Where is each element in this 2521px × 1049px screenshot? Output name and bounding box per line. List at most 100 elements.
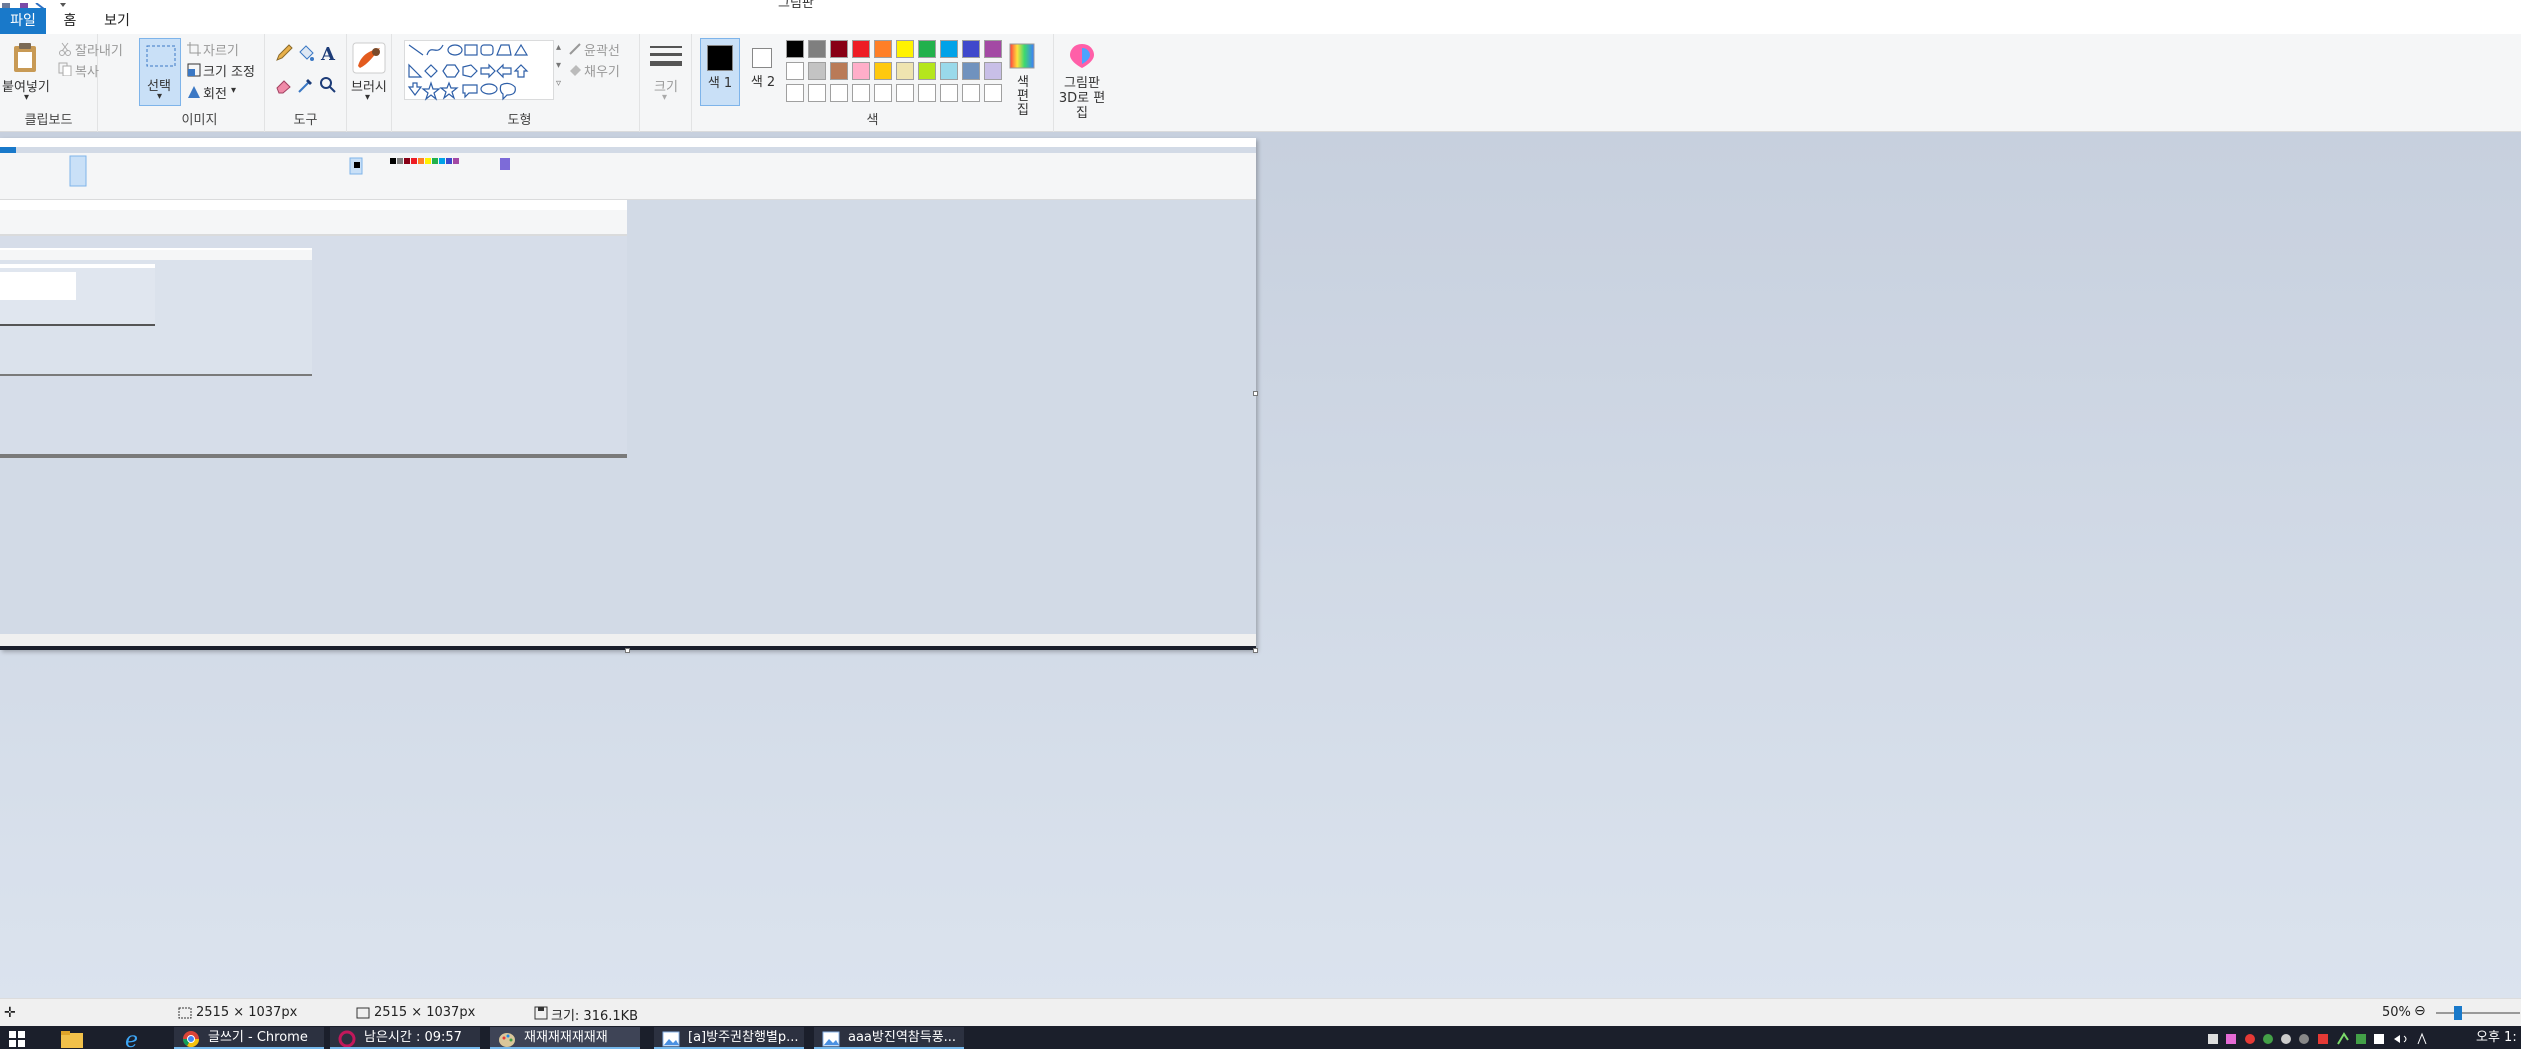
- resize-handle-corner[interactable]: [1253, 648, 1258, 653]
- fill-button[interactable]: 채우기: [584, 61, 620, 80]
- pencil-icon[interactable]: [275, 44, 293, 62]
- system-tray-icons[interactable]: [2204, 1031, 2454, 1047]
- drawing-canvas[interactable]: [0, 138, 1256, 650]
- taskbar-app-image-b[interactable]: aaa방진역참득풍...: [814, 1027, 964, 1049]
- taskbar-app-image-a[interactable]: [a]방주권참행별p...: [654, 1027, 804, 1049]
- palette-swatch[interactable]: [874, 84, 892, 102]
- palette-swatch[interactable]: [940, 62, 958, 80]
- palette-swatch[interactable]: [984, 40, 1002, 58]
- palette-swatch[interactable]: [852, 84, 870, 102]
- resize-handle-right[interactable]: [1253, 391, 1258, 396]
- windows-start-icon[interactable]: [8, 1030, 26, 1048]
- palette-swatch[interactable]: [830, 84, 848, 102]
- taskbar-app-label: 남은시간 : 09:57: [364, 1030, 462, 1045]
- resize-button[interactable]: 크기 조정: [203, 61, 255, 80]
- size-icon[interactable]: [650, 44, 682, 70]
- palette-swatch[interactable]: [786, 40, 804, 58]
- rotate-dropdown[interactable]: ▾: [231, 85, 236, 96]
- palette-swatch[interactable]: [962, 40, 980, 58]
- image-group-label: 이미지: [181, 113, 218, 128]
- shapes-scroll-up[interactable]: ▴: [556, 42, 561, 53]
- ribbon-tabs: 파일 홈 보기: [0, 8, 2521, 34]
- crop-button[interactable]: 자르기: [203, 40, 239, 59]
- color1-button[interactable]: 색 1: [700, 38, 740, 106]
- palette-swatch[interactable]: [940, 40, 958, 58]
- tab-home[interactable]: 홈: [60, 8, 80, 34]
- palette-swatch[interactable]: [852, 62, 870, 80]
- paint3d-button[interactable]: 그림판 3D로 편집: [1056, 76, 1108, 121]
- fill-bucket-icon[interactable]: [297, 44, 315, 62]
- palette-swatch[interactable]: [896, 62, 914, 80]
- palette-swatch[interactable]: [918, 84, 936, 102]
- taskbar-app-label: [a]방주권참행별p...: [688, 1030, 799, 1045]
- zoom-slider-thumb[interactable]: [2454, 1006, 2462, 1020]
- palette-swatch[interactable]: [984, 62, 1002, 80]
- tab-view[interactable]: 보기: [104, 8, 130, 34]
- shapes-group-label: 도형: [507, 113, 532, 128]
- scissors-icon: [59, 42, 71, 56]
- palette-swatch[interactable]: [896, 40, 914, 58]
- palette-swatch[interactable]: [830, 62, 848, 80]
- copy-icon: [58, 62, 72, 76]
- palette-swatch[interactable]: [786, 62, 804, 80]
- palette-swatch[interactable]: [918, 40, 936, 58]
- taskbar-app-paint[interactable]: 재재재재재재재: [490, 1027, 640, 1049]
- shapes-scroll-down[interactable]: ▾: [556, 60, 561, 71]
- svg-text:A: A: [320, 44, 336, 63]
- palette-swatch[interactable]: [896, 84, 914, 102]
- brush-icon[interactable]: [352, 42, 386, 74]
- magnifier-icon[interactable]: [319, 76, 337, 94]
- palette-swatch[interactable]: [852, 40, 870, 58]
- taskbar-app-timer[interactable]: 남은시간 : 09:57: [330, 1027, 480, 1049]
- color2-swatch: [752, 48, 772, 68]
- text-icon[interactable]: A: [319, 43, 337, 63]
- resize-handle-bottom[interactable]: [625, 648, 630, 653]
- colors-group-label: 색: [866, 113, 879, 128]
- palette-swatch[interactable]: [962, 84, 980, 102]
- paste-dropdown[interactable]: ▾: [24, 92, 29, 103]
- palette-swatch[interactable]: [830, 40, 848, 58]
- shapes-expand[interactable]: ▿: [556, 78, 561, 89]
- colors-group: 색 1 색 2 색 편집 색: [692, 34, 1054, 132]
- rotate-button[interactable]: 회전: [203, 83, 227, 102]
- cursor-position-icon: ✛: [4, 1005, 16, 1021]
- palette-swatch[interactable]: [918, 62, 936, 80]
- palette-swatch[interactable]: [808, 84, 826, 102]
- select-dropdown: ▾: [157, 91, 163, 102]
- palette-swatch[interactable]: [984, 84, 1002, 102]
- quick-access-toolbar[interactable]: [0, 0, 100, 10]
- resize-icon: [187, 63, 201, 77]
- color-picker-icon[interactable]: [297, 76, 315, 94]
- select-button[interactable]: 선택 ▾: [139, 38, 181, 106]
- paint3d-icon: [1070, 44, 1094, 68]
- outline-button[interactable]: 윤곽선: [584, 40, 620, 59]
- crop-icon: [187, 42, 201, 56]
- paste-icon[interactable]: [12, 42, 38, 72]
- shapes-gallery[interactable]: [404, 40, 554, 101]
- eraser-icon[interactable]: [275, 76, 293, 94]
- size-dropdown[interactable]: ▾: [662, 92, 667, 103]
- zoom-out-button[interactable]: ⊖: [2414, 1003, 2426, 1019]
- color2-button[interactable]: 색 2: [746, 38, 780, 106]
- palette-swatch[interactable]: [962, 62, 980, 80]
- taskbar-app-chrome[interactable]: 글쓰기 - Chrome: [174, 1027, 324, 1049]
- brushes-dropdown[interactable]: ▾: [365, 92, 370, 103]
- palette-swatch[interactable]: [808, 40, 826, 58]
- palette-swatch[interactable]: [786, 84, 804, 102]
- palette-swatch[interactable]: [940, 84, 958, 102]
- taskbar-clock[interactable]: 오후 1:: [2476, 1027, 2517, 1049]
- internet-explorer-icon[interactable]: e: [124, 1029, 146, 1049]
- palette-swatch[interactable]: [874, 62, 892, 80]
- zoom-slider[interactable]: [2436, 1006, 2520, 1020]
- clipboard-group: 붙여넣기 ▾ 잘라내기 복사 클립보드: [0, 34, 123, 132]
- tab-file[interactable]: 파일: [0, 8, 46, 34]
- palette-swatch[interactable]: [874, 40, 892, 58]
- palette-swatch[interactable]: [808, 62, 826, 80]
- cut-button[interactable]: 잘라내기: [75, 40, 123, 59]
- brushes-group: 브러시 ▾: [347, 34, 392, 132]
- shapes-icons: [407, 43, 529, 101]
- copy-button[interactable]: 복사: [75, 61, 99, 80]
- edit-colors-icon: [1009, 43, 1035, 69]
- nested-screenshot-image: [0, 138, 1256, 650]
- file-explorer-icon[interactable]: [60, 1030, 84, 1048]
